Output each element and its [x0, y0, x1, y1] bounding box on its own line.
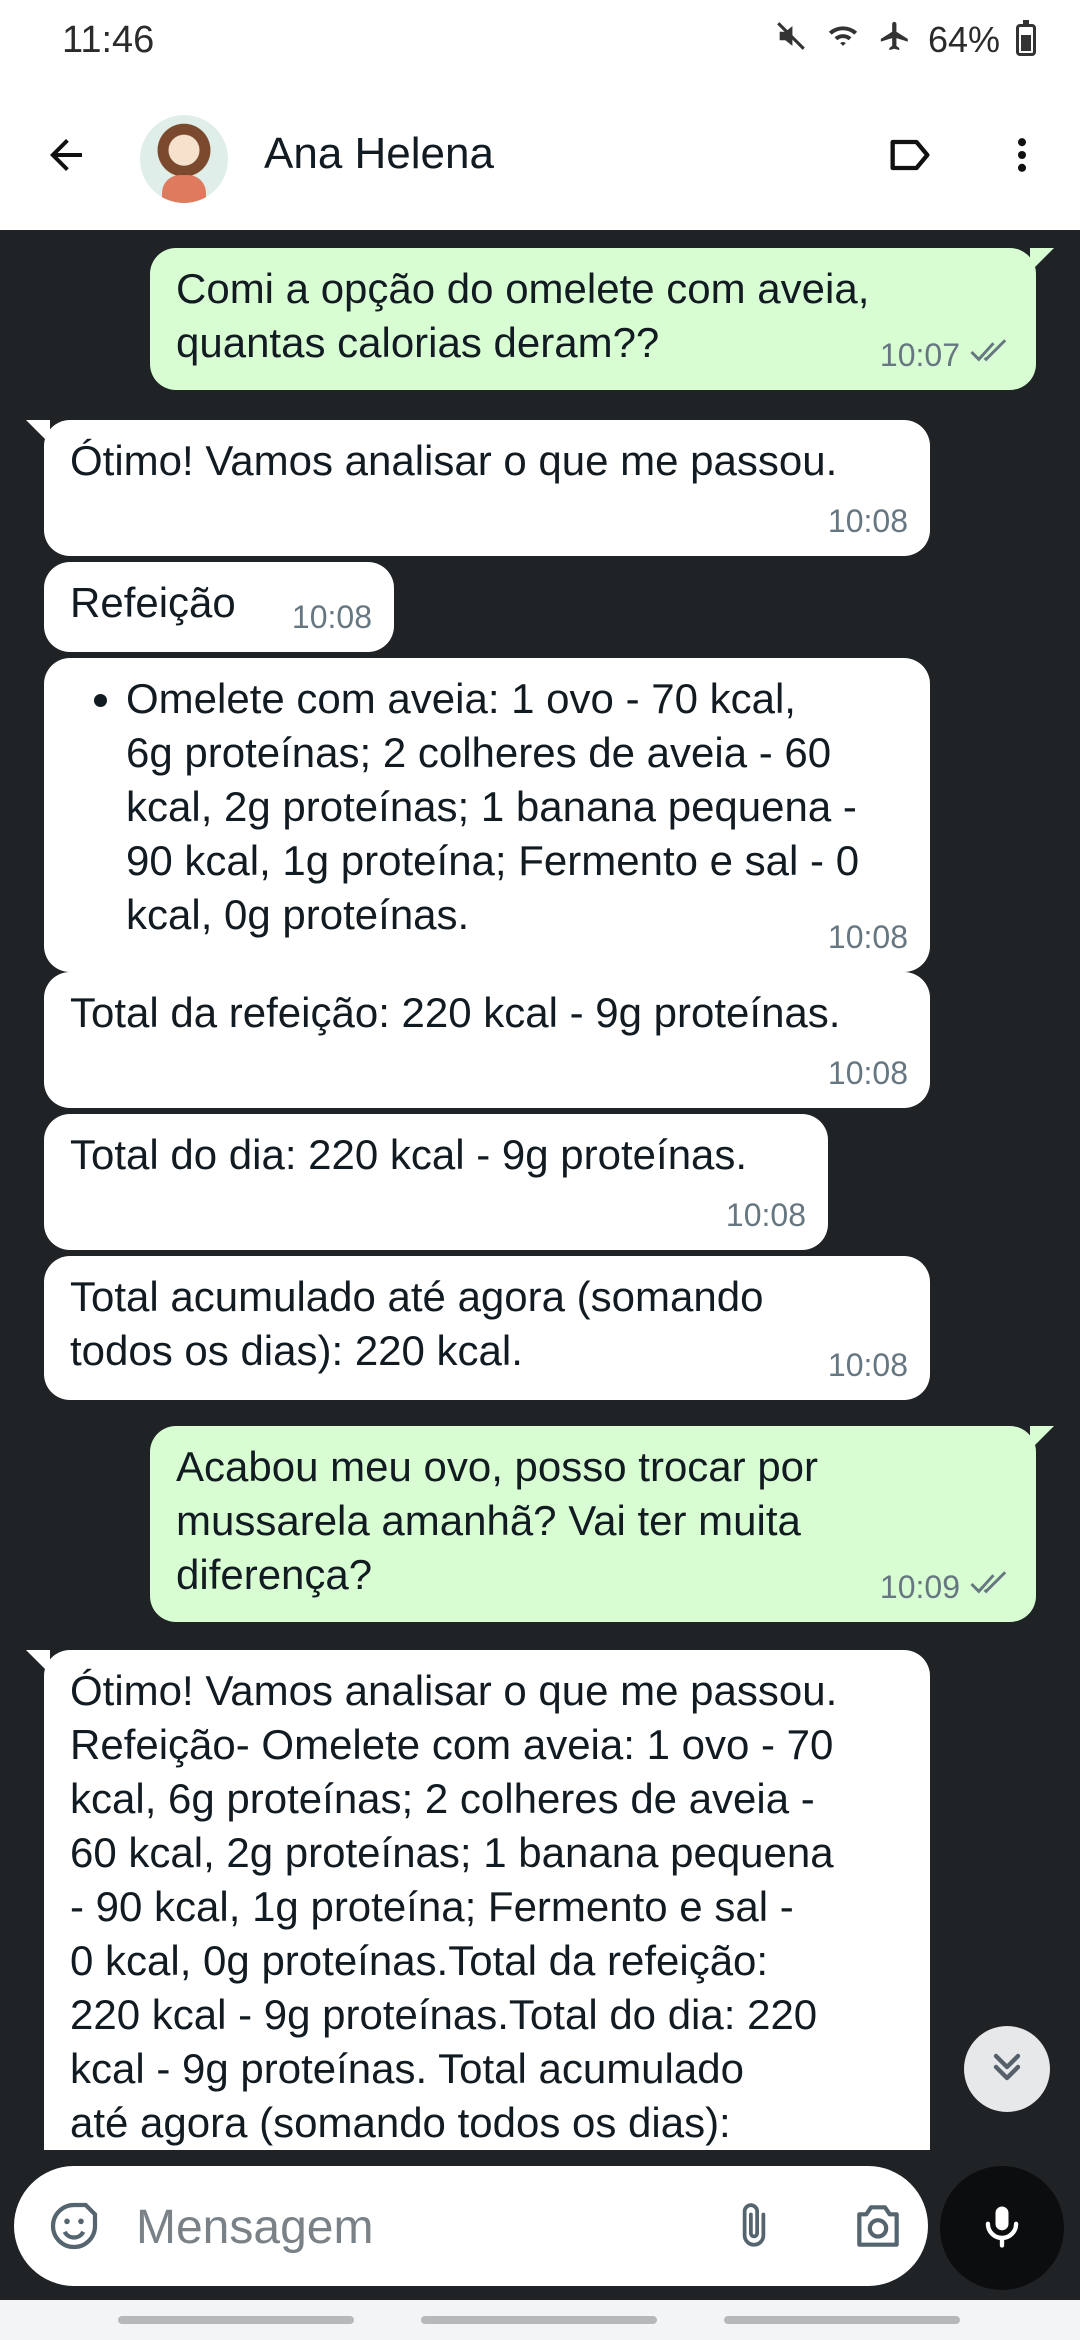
battery-percent: 64%	[927, 19, 1000, 60]
list-item: Omelete com aveia: 1 ovo - 70 kcal, 6g p…	[126, 672, 904, 942]
message-meta: 10:08	[828, 494, 908, 548]
message-incoming[interactable]: Total acumulado até agora (somando todos…	[44, 1256, 930, 1400]
airplane-icon	[878, 19, 912, 62]
system-nav-bar	[0, 2300, 1080, 2340]
chat-header: Ana Helena	[0, 80, 1080, 230]
message-outgoing[interactable]: Comi a opção do omelete com aveia, quant…	[150, 248, 1054, 390]
camera-icon[interactable]	[848, 2196, 908, 2256]
bullet-list: Omelete com aveia: 1 ovo - 70 kcal, 6g p…	[70, 672, 904, 942]
battery-icon	[1016, 20, 1036, 56]
message-time: 10:08	[827, 503, 908, 539]
emoji-icon[interactable]	[44, 2196, 104, 2256]
message-input[interactable]	[134, 2190, 698, 2264]
message-meta: 10:08	[828, 910, 908, 964]
message-text: Total acumulado até agora (somando todos…	[70, 1273, 764, 1374]
message-time: 10:08	[725, 1197, 806, 1233]
message-time: 10:07	[879, 337, 960, 373]
label-icon[interactable]	[880, 125, 940, 185]
wifi-icon	[824, 19, 862, 62]
message-incoming[interactable]: Total do dia: 220 kcal - 9g proteínas. 1…	[44, 1114, 828, 1250]
attach-icon[interactable]	[724, 2196, 784, 2256]
double-check-icon	[970, 328, 1014, 382]
message-text: Ótimo! Vamos analisar o que me passou.	[70, 437, 838, 484]
message-meta: 10:08	[726, 1188, 806, 1242]
back-arrow-icon[interactable]	[36, 125, 96, 185]
message-time: 10:08	[827, 919, 908, 955]
message-time: 10:08	[827, 1347, 908, 1383]
message-meta: 10:09	[880, 1560, 1014, 1614]
message-text: Total do dia: 220 kcal - 9g proteínas.	[70, 1131, 748, 1178]
status-bar: 11:46 64%	[0, 0, 1080, 80]
message-meta: 10:08	[828, 1046, 908, 1100]
chat-area[interactable]: Comi a opção do omelete com aveia, quant…	[0, 230, 1080, 2150]
mute-icon	[774, 19, 808, 62]
status-icons: 64%	[774, 19, 1036, 62]
message-text: Ótimo! Vamos analisar o que me passou. R…	[70, 1667, 838, 2146]
message-incoming[interactable]: Ótimo! Vamos analisar o que me passou. 1…	[26, 420, 930, 556]
mic-button[interactable]	[940, 2166, 1064, 2290]
double-check-icon	[970, 1560, 1014, 1614]
nav-home-button[interactable]	[421, 2316, 657, 2324]
message-text: Total da refeição: 220 kcal - 9g proteín…	[70, 989, 841, 1036]
message-input-box[interactable]	[14, 2166, 928, 2286]
nav-recents-button[interactable]	[118, 2316, 354, 2324]
message-outgoing[interactable]: Acabou meu ovo, posso trocar por mussare…	[150, 1426, 1054, 1622]
contact-name[interactable]: Ana Helena	[264, 129, 494, 179]
message-time: 10:08	[291, 599, 372, 635]
nav-back-button[interactable]	[724, 2316, 960, 2324]
message-time: 10:09	[879, 1569, 960, 1605]
scroll-to-bottom-button[interactable]	[964, 2026, 1050, 2112]
avatar[interactable]	[140, 115, 228, 203]
message-incoming[interactable]: Ótimo! Vamos analisar o que me passou. R…	[26, 1650, 930, 2150]
message-incoming[interactable]: Omelete com aveia: 1 ovo - 70 kcal, 6g p…	[44, 658, 930, 972]
composer-bar	[0, 2150, 1080, 2300]
mic-icon	[976, 2200, 1028, 2257]
more-vert-icon[interactable]	[992, 125, 1052, 185]
message-incoming[interactable]: Total da refeição: 220 kcal - 9g proteín…	[44, 972, 930, 1108]
double-chevron-down-icon	[985, 2045, 1029, 2094]
message-incoming[interactable]: Refeição 10:08	[44, 562, 394, 652]
message-time: 10:08	[827, 1055, 908, 1091]
message-meta: 10:08	[828, 1338, 908, 1392]
message-meta: 10:08	[292, 590, 372, 644]
status-time: 11:46	[62, 18, 155, 61]
message-meta: 10:07	[880, 328, 1014, 382]
